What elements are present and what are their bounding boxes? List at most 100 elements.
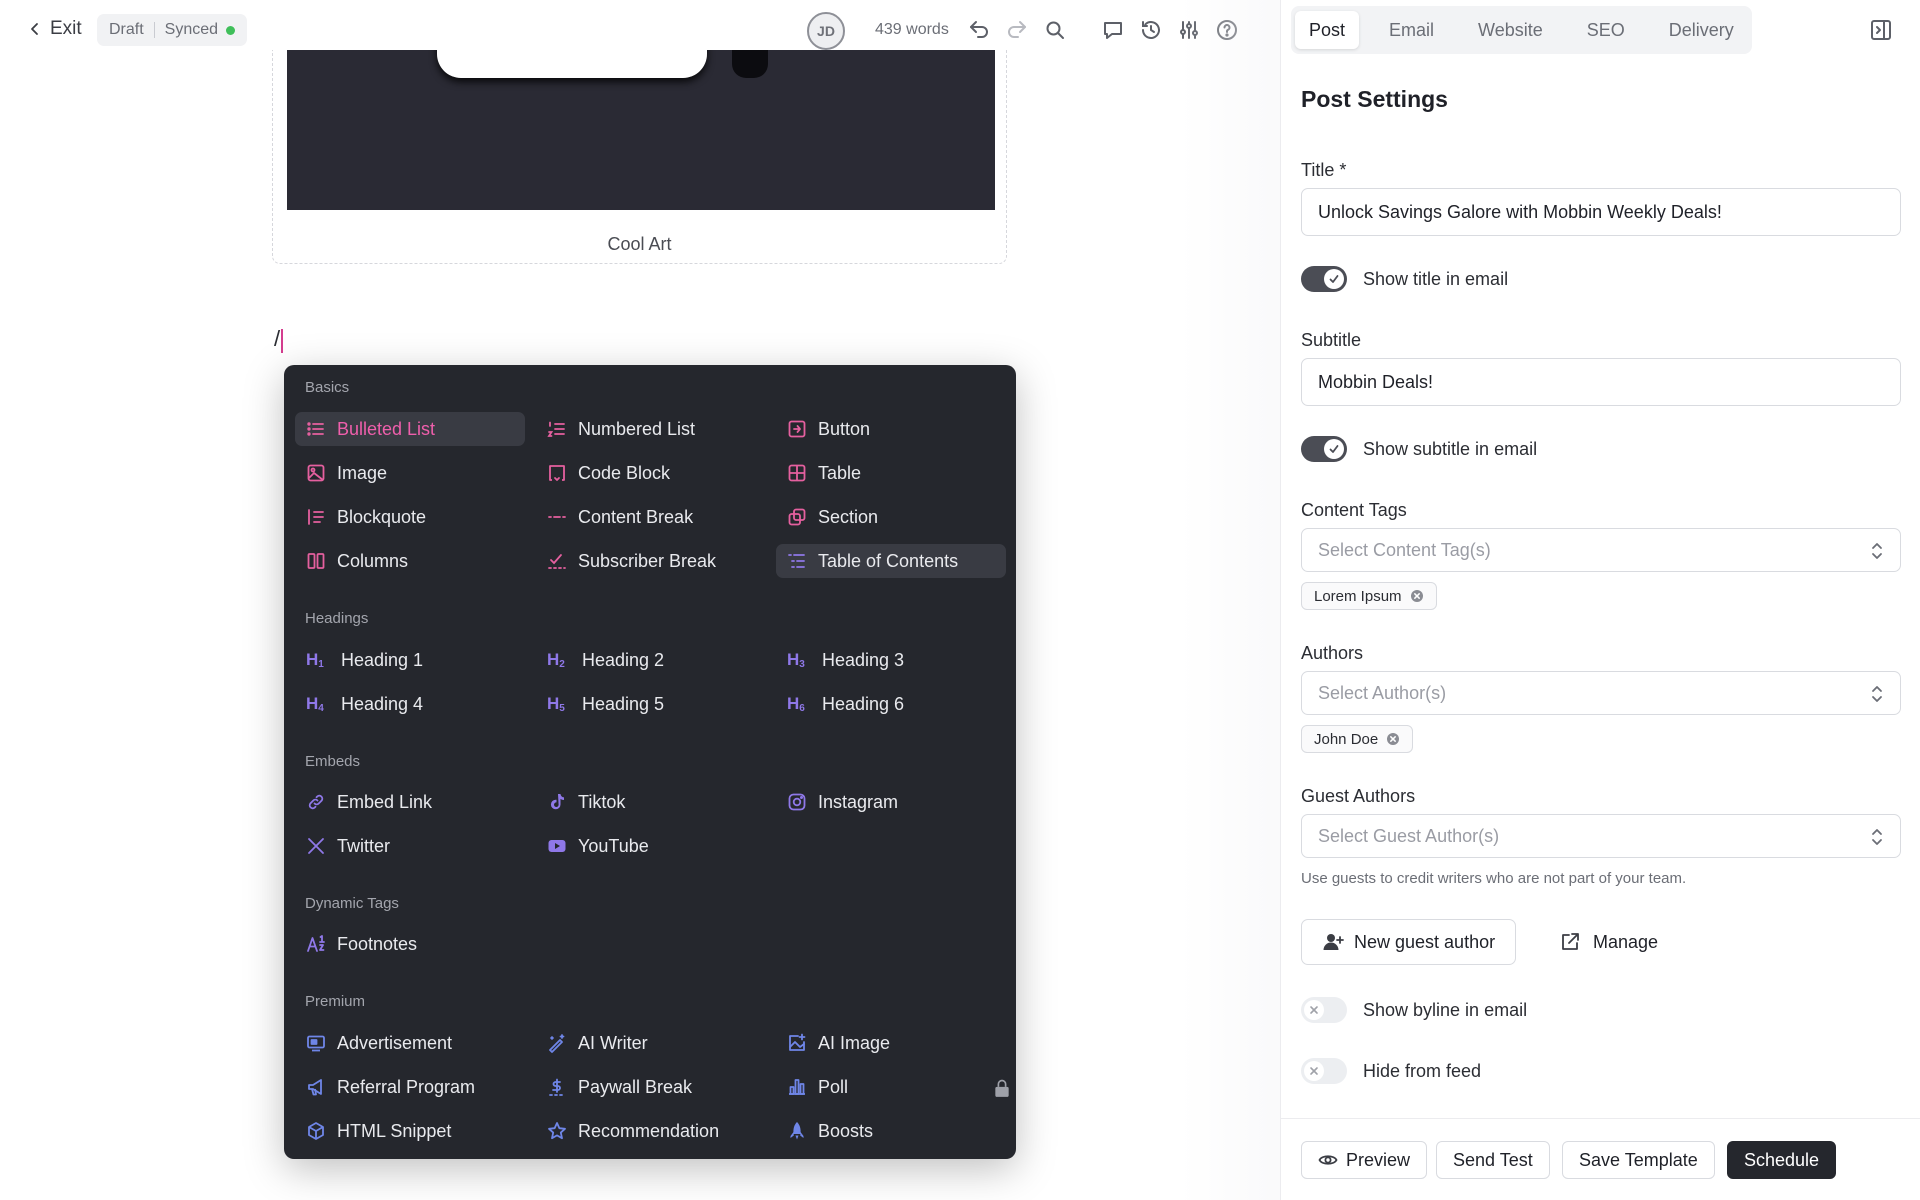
tab-website[interactable]: Website: [1464, 11, 1557, 49]
menu-item-heading-3[interactable]: H3 Heading 3: [776, 643, 1006, 677]
preview-button[interactable]: Preview: [1301, 1141, 1428, 1179]
subtitle-input[interactable]: Mobbin Deals!: [1301, 358, 1901, 406]
heading-1-icon: H1: [306, 650, 324, 670]
menu-item-instagram[interactable]: Instagram: [776, 785, 1006, 819]
content-tags-select[interactable]: Select Content Tag(s): [1301, 528, 1901, 572]
subscriber-break-icon: [547, 551, 567, 571]
send-test-button[interactable]: Send Test: [1436, 1141, 1550, 1179]
image-figure[interactable]: Cool Art: [272, 50, 1007, 264]
menu-item-label: Content Break: [578, 506, 694, 527]
menu-item-table-of-contents[interactable]: Table of Contents: [776, 544, 1006, 578]
panel-shadow: [1180, 0, 1280, 1200]
menu-item-image[interactable]: Image: [295, 456, 525, 490]
close-circle-icon[interactable]: [1386, 732, 1400, 746]
hide-feed-label: Hide from feed: [1363, 1060, 1482, 1081]
tab-email[interactable]: Email: [1375, 11, 1448, 49]
guest-authors-select[interactable]: Select Guest Author(s): [1301, 814, 1901, 858]
menu-item-section[interactable]: Section: [776, 500, 1006, 534]
external-link-icon: [1559, 931, 1581, 953]
menu-item-tiktok[interactable]: Tiktok: [536, 785, 766, 819]
post-settings-panel: Post Email Website SEO Delivery Post Set…: [1280, 0, 1920, 1200]
show-subtitle-toggle[interactable]: [1301, 436, 1347, 462]
tab-delivery[interactable]: Delivery: [1655, 11, 1748, 49]
close-circle-icon[interactable]: [1410, 589, 1424, 603]
menu-item-label: Heading 1: [341, 649, 424, 670]
toggle-knob: [1324, 439, 1344, 459]
menu-item-twitter[interactable]: Twitter: [295, 829, 525, 863]
redo-icon[interactable]: [1005, 18, 1029, 42]
menu-item-table[interactable]: Table: [776, 456, 1006, 490]
menu-item-youtube[interactable]: YouTube: [536, 829, 766, 863]
check-icon: [1328, 443, 1340, 455]
menu-item-numbered-list[interactable]: Numbered List: [536, 412, 766, 446]
panel-footer: Preview Send Test Save Template Schedule: [1281, 1118, 1920, 1200]
slash-command-input[interactable]: /: [274, 326, 284, 353]
comment-icon[interactable]: [1101, 18, 1125, 42]
show-byline-toggle[interactable]: [1301, 997, 1347, 1023]
menu-item-ai-image[interactable]: AI Image: [776, 1026, 1006, 1060]
menu-item-ai-writer[interactable]: AI Writer: [536, 1026, 766, 1060]
menu-item-heading-2[interactable]: H2 Heading 2: [536, 643, 766, 677]
subtitle-label: Subtitle: [1301, 330, 1362, 350]
show-byline-row: Show byline in email: [1301, 997, 1527, 1023]
save-template-button[interactable]: Save Template: [1562, 1141, 1715, 1179]
menu-item-label: YouTube: [578, 835, 649, 856]
menu-item-button[interactable]: Button: [776, 412, 1006, 446]
content-tags-label: Content Tags: [1301, 500, 1407, 520]
history-icon[interactable]: [1139, 18, 1163, 42]
menu-item-columns[interactable]: Columns: [295, 544, 525, 578]
schedule-button[interactable]: Schedule: [1727, 1141, 1837, 1179]
section-label-embeds: Embeds: [305, 753, 361, 770]
panel-collapse-icon[interactable]: [1869, 18, 1893, 42]
cube-icon: [306, 1121, 326, 1141]
authors-select[interactable]: Select Author(s): [1301, 671, 1901, 715]
menu-item-poll[interactable]: Poll: [776, 1070, 1006, 1104]
menu-item-html-snippet[interactable]: HTML Snippet: [295, 1114, 525, 1148]
manage-button[interactable]: Manage: [1559, 919, 1658, 965]
menu-item-embed-link[interactable]: Embed Link: [295, 785, 525, 819]
menu-item-referral-program[interactable]: Referral Program: [295, 1070, 525, 1104]
figure-caption[interactable]: Cool Art: [273, 234, 1006, 255]
heading-6-icon: H6: [787, 694, 805, 714]
tab-seo[interactable]: SEO: [1573, 11, 1639, 49]
hide-feed-toggle[interactable]: [1301, 1058, 1347, 1084]
ai-writer-icon: [547, 1033, 567, 1053]
search-icon[interactable]: [1043, 18, 1067, 42]
menu-item-advertisement[interactable]: Advertisement: [295, 1026, 525, 1060]
menu-item-bulleted-list[interactable]: Bulleted List: [295, 412, 525, 446]
table-icon: [787, 463, 807, 483]
menu-item-heading-5[interactable]: H5 Heading 5: [536, 687, 766, 721]
menu-item-content-break[interactable]: Content Break: [536, 500, 766, 534]
exit-button[interactable]: Exit: [28, 18, 82, 40]
show-title-label: Show title in email: [1363, 268, 1509, 289]
new-guest-author-button[interactable]: New guest author: [1301, 919, 1517, 965]
guest-authors-help: Use guests to credit writers who are not…: [1301, 870, 1687, 887]
menu-item-heading-1[interactable]: H1 Heading 1: [295, 643, 525, 677]
menu-item-boosts[interactable]: Boosts: [776, 1114, 1006, 1148]
avatar[interactable]: JD: [807, 12, 845, 50]
show-title-toggle[interactable]: [1301, 266, 1347, 292]
heading-2-icon: H2: [547, 650, 565, 670]
guest-authors-placeholder: Select Guest Author(s): [1318, 825, 1500, 846]
menu-item-label: Subscriber Break: [578, 550, 717, 571]
menu-item-subscriber-break[interactable]: Subscriber Break: [536, 544, 766, 578]
x-icon: [1308, 1065, 1320, 1077]
title-input[interactable]: Unlock Savings Galore with Mobbin Weekly…: [1301, 188, 1901, 236]
undo-icon[interactable]: [967, 18, 991, 42]
menu-item-label: Code Block: [578, 462, 671, 483]
menu-item-blockquote[interactable]: Blockquote: [295, 500, 525, 534]
x-icon: [1308, 1004, 1320, 1016]
menu-item-code-block[interactable]: Code Block: [536, 456, 766, 490]
menu-item-recommendation[interactable]: Recommendation: [536, 1114, 766, 1148]
menu-item-paywall-break[interactable]: Paywall Break: [536, 1070, 1009, 1104]
content-break-icon: [547, 507, 567, 527]
show-subtitle-row: Show subtitle in email: [1301, 436, 1537, 462]
menu-item-footnotes[interactable]: Footnotes: [295, 927, 525, 961]
user-plus-icon: [1322, 931, 1344, 953]
tab-post[interactable]: Post: [1295, 11, 1360, 49]
toggle-knob: [1304, 1000, 1324, 1020]
menu-item-heading-4[interactable]: H4 Heading 4: [295, 687, 525, 721]
menu-item-heading-6[interactable]: H6 Heading 6: [776, 687, 1006, 721]
menu-item-label: Button: [818, 418, 871, 439]
menu-item-label: Poll: [818, 1076, 849, 1097]
